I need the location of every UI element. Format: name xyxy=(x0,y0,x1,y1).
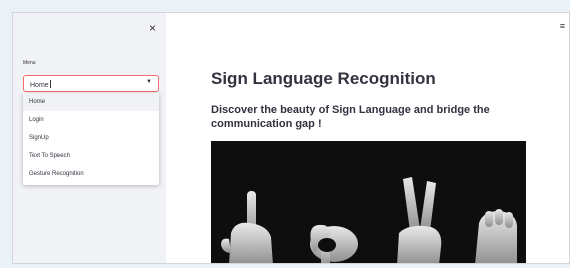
hand-l-sign xyxy=(221,191,273,263)
dropdown-option-signup[interactable]: SignUp xyxy=(23,129,159,147)
hand-v-sign xyxy=(397,177,442,263)
dropdown-option-text-to-speech[interactable]: Text To Speech xyxy=(23,147,159,165)
page-title: Sign Language Recognition xyxy=(211,69,436,88)
app-window: × Menu Home ▼ Home Login SignUp Text To … xyxy=(12,12,570,264)
hand-o-sign xyxy=(310,224,358,263)
menu-select[interactable]: Home ▼ xyxy=(23,75,159,92)
text-cursor xyxy=(49,80,51,88)
close-icon[interactable]: × xyxy=(149,22,156,34)
sign-language-hands-image xyxy=(211,141,526,263)
dropdown-option-login[interactable]: Login xyxy=(23,111,159,129)
chevron-down-icon[interactable]: ▼ xyxy=(146,79,152,85)
menu-label: Menu xyxy=(23,60,36,66)
dropdown-option-gesture-recognition[interactable]: Gesture Recognition xyxy=(23,165,159,183)
hand-e-sign xyxy=(475,209,517,263)
hamburger-menu-icon[interactable]: ≡ xyxy=(560,21,565,31)
select-value-text: Home xyxy=(30,82,49,89)
main-content: ≡ Sign Language Recognition Discover the… xyxy=(166,13,569,263)
hands-illustration xyxy=(221,177,517,263)
sidebar: × Menu Home ▼ Home Login SignUp Text To … xyxy=(13,13,166,263)
dropdown-list: Home Login SignUp Text To Speech Gesture… xyxy=(23,93,159,185)
page-subtitle: Discover the beauty of Sign Language and… xyxy=(211,104,490,130)
dropdown-option-home[interactable]: Home xyxy=(23,93,159,111)
select-value: Home xyxy=(30,80,51,89)
